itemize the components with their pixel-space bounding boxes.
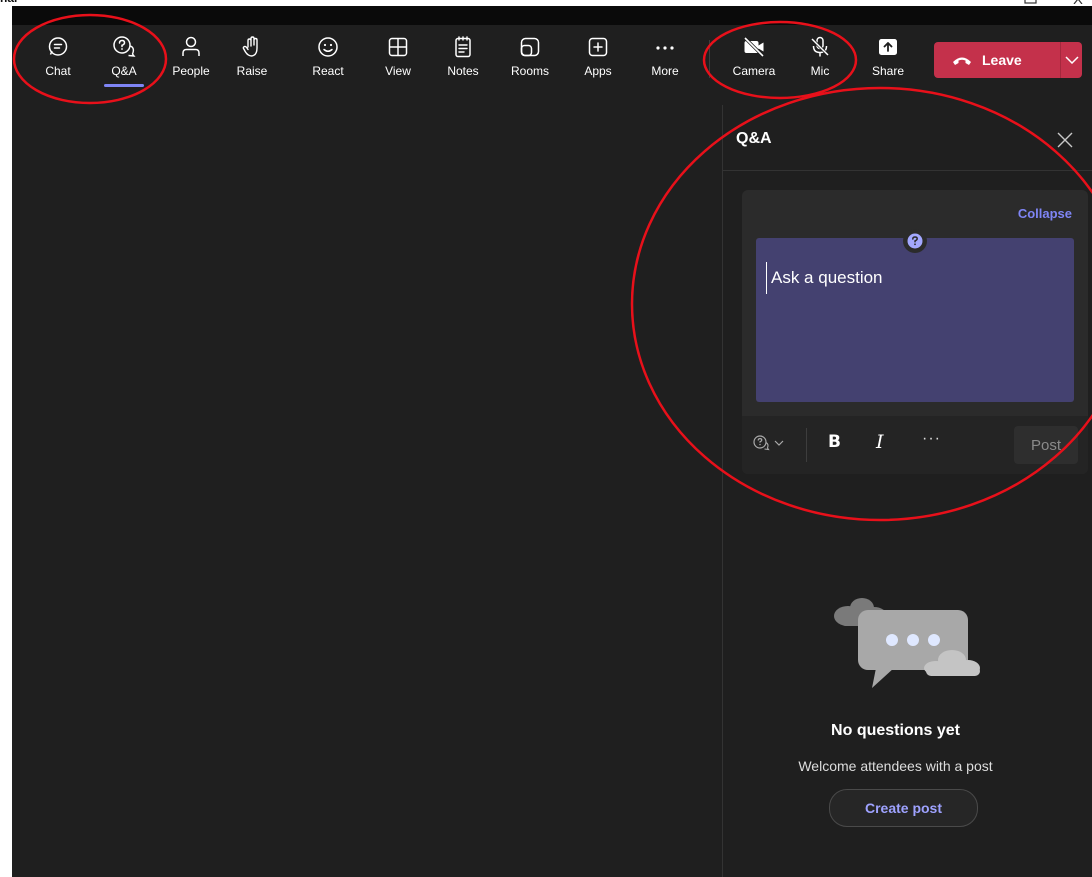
meeting-window: Chat Q&A People Raise React View Notes R… xyxy=(12,6,1092,877)
toolbar-react-button[interactable]: React xyxy=(300,25,356,89)
more-formatting-button[interactable]: ··· xyxy=(922,430,941,448)
toolbar-people-button[interactable]: People xyxy=(163,25,219,89)
toolbar-label: People xyxy=(172,64,210,78)
leave-options-dropdown[interactable] xyxy=(1061,42,1082,78)
toolbar-label: React xyxy=(312,64,344,78)
qa-icon xyxy=(113,36,136,57)
post-button[interactable]: Post xyxy=(1014,426,1078,464)
apps-plus-icon xyxy=(588,37,608,57)
toolbar-label: Camera xyxy=(732,64,776,78)
create-post-button[interactable]: Create post xyxy=(829,789,978,827)
toolbar-apps-button[interactable]: Apps xyxy=(570,25,626,89)
formatting-toolbar: B I ··· Post xyxy=(742,416,1088,474)
toolbar-camera-button[interactable]: Camera xyxy=(726,25,782,89)
question-type-icon xyxy=(753,435,770,451)
toolbar-chat-button[interactable]: Chat xyxy=(30,25,86,89)
more-dots-icon xyxy=(656,46,674,50)
toolbar-view-button[interactable]: View xyxy=(370,25,426,89)
question-bubble-icon xyxy=(907,233,923,249)
restore-window-icon[interactable] xyxy=(1024,0,1038,4)
view-grid-icon xyxy=(388,37,408,57)
toolbar-label: Apps xyxy=(584,64,612,78)
toolbar-notes-button[interactable]: Notes xyxy=(435,25,491,89)
active-tab-indicator xyxy=(104,84,144,87)
leave-button-group: Leave xyxy=(934,42,1082,78)
toolbar-rooms-button[interactable]: Rooms xyxy=(502,25,558,89)
italic-button[interactable]: I xyxy=(876,431,884,453)
hang-up-phone-icon xyxy=(953,57,971,65)
question-badge xyxy=(903,229,927,253)
toolbar-label: Rooms xyxy=(510,64,549,78)
toolbar-divider xyxy=(709,40,710,78)
toolbar-label: Share xyxy=(871,64,905,78)
toolbar-label: More xyxy=(651,64,679,78)
toolbar-mic-button[interactable]: Mic xyxy=(792,25,848,89)
chevron-down-icon xyxy=(1064,56,1079,64)
panel-header-divider xyxy=(723,170,1092,171)
close-window-icon[interactable] xyxy=(1072,0,1086,4)
leave-label: Leave xyxy=(982,52,1022,68)
notes-icon xyxy=(455,36,471,58)
leave-button[interactable]: Leave xyxy=(934,42,1048,78)
react-smiley-icon xyxy=(318,37,338,57)
camera-off-icon xyxy=(743,36,765,58)
people-icon xyxy=(182,36,200,56)
toolbar-label: View xyxy=(385,64,411,78)
toolbar-label: Raise xyxy=(236,64,268,78)
question-input[interactable] xyxy=(766,262,1063,294)
window-title: nal xyxy=(0,0,17,5)
close-panel-icon[interactable] xyxy=(1056,131,1074,149)
share-icon xyxy=(879,39,897,55)
toolbar-label: Q&A xyxy=(111,64,137,78)
toolbar-label: Notes xyxy=(447,64,479,78)
rooms-icon xyxy=(520,37,540,57)
toolbar-label: Chat xyxy=(45,64,71,78)
empty-state-title: No questions yet xyxy=(831,722,960,739)
panel-title: Q&A xyxy=(736,130,772,147)
question-composer: Collapse B I ··· Post xyxy=(742,190,1088,474)
toolbar-raise-button[interactable]: Raise xyxy=(224,25,280,89)
post-type-dropdown[interactable] xyxy=(752,434,784,452)
chat-icon xyxy=(48,37,68,56)
toolbar-qa-button[interactable]: Q&A xyxy=(96,25,152,89)
top-strip xyxy=(12,6,1092,25)
question-editor[interactable] xyxy=(756,238,1074,402)
raise-hand-icon xyxy=(242,36,258,57)
bold-button[interactable]: B xyxy=(828,432,841,452)
toolbar-share-button[interactable]: Share xyxy=(860,25,916,89)
collapse-link[interactable]: Collapse xyxy=(1018,206,1072,221)
mic-off-icon xyxy=(810,36,830,57)
no-questions-illustration-icon xyxy=(834,598,980,688)
toolbar-label: Mic xyxy=(810,64,830,78)
empty-state-subtitle: Welcome attendees with a post xyxy=(798,758,993,774)
format-divider xyxy=(806,428,807,462)
toolbar-more-button[interactable]: More xyxy=(637,25,693,89)
chevron-down-icon xyxy=(774,440,784,446)
